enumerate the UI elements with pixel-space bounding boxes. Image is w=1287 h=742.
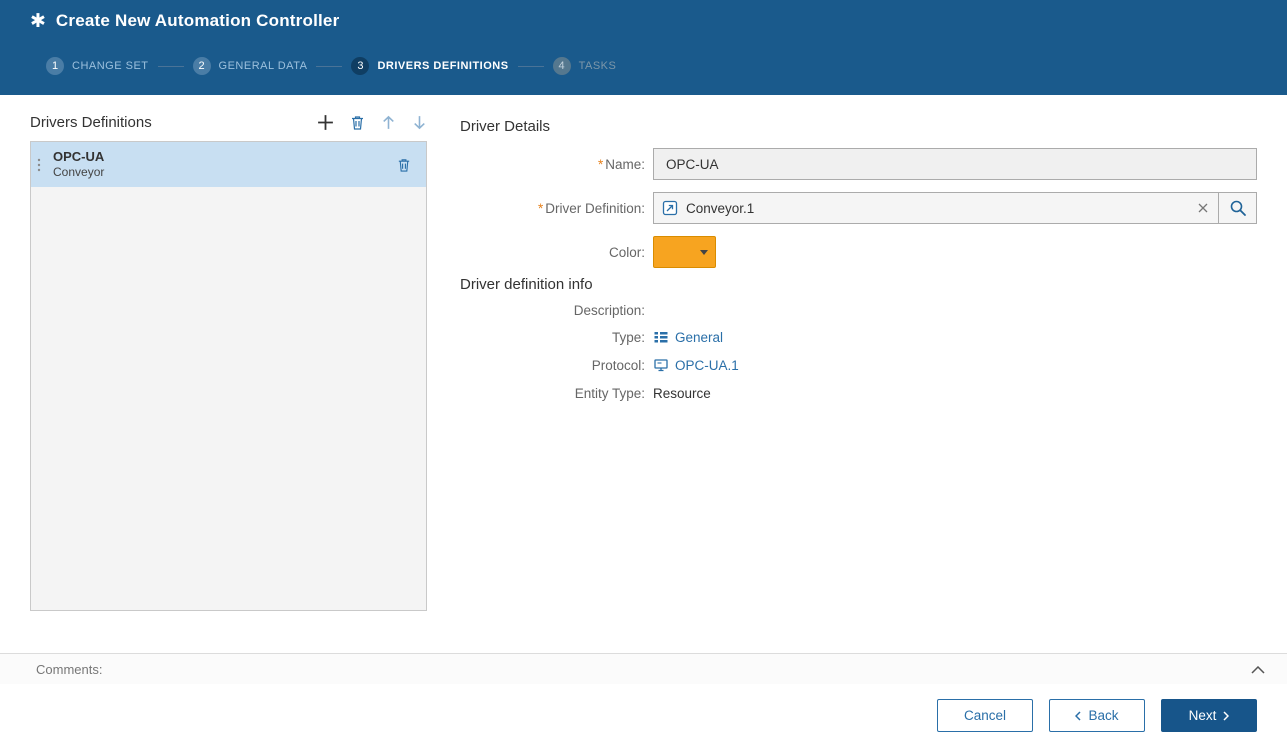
search-icon [1229, 199, 1247, 217]
type-link[interactable]: General [675, 330, 723, 345]
driver-list-item[interactable]: OPC-UA Conveyor [31, 142, 426, 187]
step-number: 4 [553, 57, 571, 75]
protocol-value: OPC-UA.1 [653, 357, 739, 373]
move-up-button[interactable] [380, 114, 397, 131]
move-down-button[interactable] [411, 114, 428, 131]
driver-details-title: Driver Details [460, 118, 550, 135]
driver-item-text: OPC-UA Conveyor [47, 149, 396, 180]
color-row: Color: [460, 236, 716, 268]
type-row: Type: General [460, 327, 723, 347]
trash-icon [349, 114, 366, 131]
step-number: 2 [193, 57, 211, 75]
entity-type-value: Resource [653, 386, 711, 401]
search-driver-definition-button[interactable] [1218, 193, 1256, 223]
step-drivers-definitions[interactable]: 3 DRIVERS DEFINITIONS [351, 57, 508, 75]
description-row: Description: [460, 300, 653, 320]
step-label: CHANGE SET [72, 60, 149, 72]
back-label: Back [1088, 708, 1118, 723]
step-connector [316, 66, 342, 67]
dialog-title: Create New Automation Controller [56, 11, 339, 31]
trash-icon [396, 157, 412, 173]
step-label: TASKS [579, 60, 617, 72]
drivers-definitions-title: Drivers Definitions [30, 114, 152, 131]
step-number: 3 [351, 57, 369, 75]
dialog-header: ✱ Create New Automation Controller 1 CHA… [0, 0, 1287, 95]
step-connector [518, 66, 544, 67]
driver-definition-row: *Driver Definition: Conveyor.1 [460, 192, 1257, 224]
wizard-stepper: 1 CHANGE SET 2 GENERAL DATA 3 DRIVERS DE… [46, 57, 616, 75]
plus-icon [316, 113, 335, 132]
type-value: General [653, 329, 723, 345]
next-label: Next [1189, 708, 1217, 723]
required-asterisk: * [598, 157, 603, 172]
comments-label: Comments: [36, 662, 102, 677]
protocol-row: Protocol: OPC-UA.1 [460, 355, 739, 375]
driver-definition-label-text: Driver Definition: [545, 201, 645, 216]
driver-definition-info-title: Driver definition info [460, 276, 593, 293]
create-automation-controller-dialog: ✱ Create New Automation Controller 1 CHA… [0, 0, 1287, 742]
cancel-button[interactable]: Cancel [937, 699, 1033, 732]
clear-driver-definition-button[interactable] [1188, 193, 1218, 223]
type-label: Type: [460, 330, 653, 345]
entity-type-label: Entity Type: [460, 386, 653, 401]
driver-definition-value: Conveyor.1 [686, 201, 1188, 216]
protocol-label: Protocol: [460, 358, 653, 373]
drag-handle-icon[interactable] [31, 156, 47, 174]
entity-type-row: Entity Type: Resource [460, 383, 711, 403]
next-button[interactable]: Next [1161, 699, 1257, 732]
step-number: 1 [46, 57, 64, 75]
caret-down-icon [700, 250, 708, 255]
dialog-footer: Cancel Back Next [0, 684, 1287, 742]
step-change-set[interactable]: 1 CHANGE SET [46, 57, 149, 75]
name-input[interactable] [653, 148, 1257, 180]
step-general-data[interactable]: 2 GENERAL DATA [193, 57, 308, 75]
arrow-up-icon [380, 114, 397, 131]
driver-item-subtitle: Conveyor [53, 165, 396, 180]
name-row: *Name: [460, 148, 1257, 180]
driver-item-name: OPC-UA [53, 149, 396, 165]
description-label: Description: [460, 303, 653, 318]
drivers-list-toolbar [316, 111, 428, 133]
monitor-icon [653, 357, 669, 373]
color-dropdown[interactable] [653, 236, 716, 268]
cancel-label: Cancel [964, 708, 1006, 723]
step-label: DRIVERS DEFINITIONS [377, 60, 508, 72]
asterisk-icon: ✱ [30, 12, 46, 31]
required-asterisk: * [538, 201, 543, 216]
delete-driver-button[interactable] [349, 114, 366, 131]
name-label: *Name: [460, 157, 653, 172]
name-label-text: Name: [605, 157, 645, 172]
clear-icon [1198, 203, 1208, 213]
step-connector [158, 66, 184, 67]
title-row: ✱ Create New Automation Controller [30, 11, 339, 31]
chevron-right-icon [1223, 711, 1229, 721]
chevron-up-icon[interactable] [1251, 666, 1265, 674]
entity-icon [662, 200, 678, 216]
add-driver-button[interactable] [316, 113, 335, 132]
color-label: Color: [460, 245, 653, 260]
chevron-left-icon [1075, 711, 1081, 721]
step-label: GENERAL DATA [219, 60, 308, 72]
driver-definition-label: *Driver Definition: [460, 201, 653, 216]
driver-definition-field[interactable]: Conveyor.1 [653, 192, 1257, 224]
step-tasks[interactable]: 4 TASKS [553, 57, 617, 75]
back-button[interactable]: Back [1049, 699, 1145, 732]
delete-item-button[interactable] [396, 157, 412, 173]
arrow-down-icon [411, 114, 428, 131]
drivers-list: OPC-UA Conveyor [30, 141, 427, 611]
comments-bar[interactable]: Comments: [0, 653, 1287, 684]
list-icon [653, 329, 669, 345]
protocol-link[interactable]: OPC-UA.1 [675, 358, 739, 373]
